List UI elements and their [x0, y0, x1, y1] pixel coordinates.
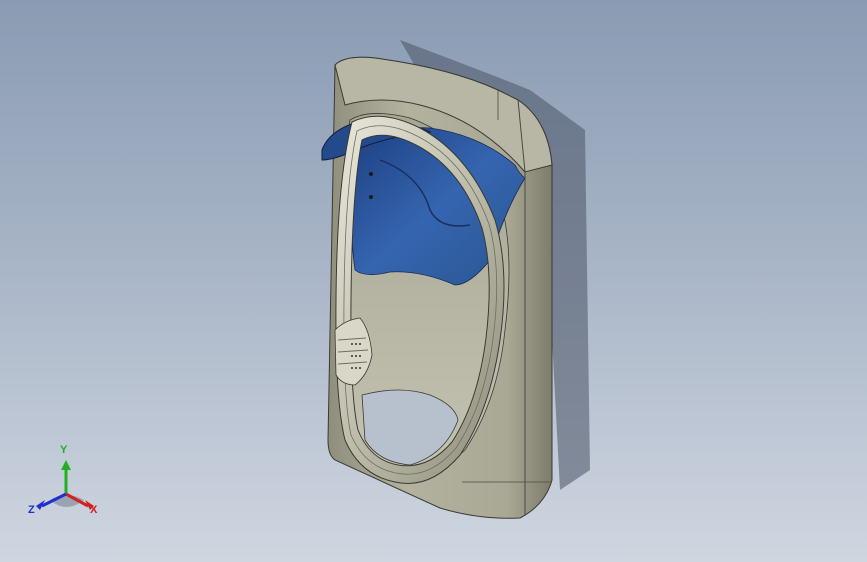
- 3d-model-view[interactable]: [0, 0, 867, 562]
- y-axis-arrow: [61, 460, 71, 470]
- triad-axes: [36, 460, 94, 510]
- y-axis-label: Y: [60, 444, 68, 456]
- cad-viewport[interactable]: [0, 0, 867, 562]
- x-axis-label: X: [90, 504, 98, 516]
- mount-hole: [369, 195, 373, 199]
- orientation-triad[interactable]: Y X Z: [28, 444, 108, 528]
- z-axis-label: Z: [28, 504, 35, 516]
- mount-hole: [369, 172, 373, 176]
